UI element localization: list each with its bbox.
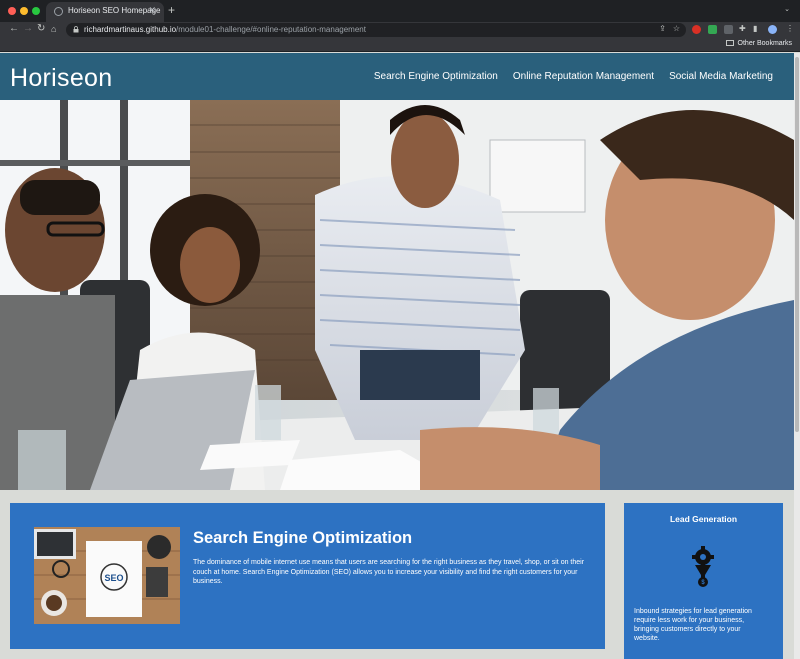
- bookmarks-bar: Other Bookmarks: [0, 38, 800, 52]
- team-meeting-illustration: [0, 100, 794, 490]
- reload-icon[interactable]: ↻: [37, 23, 45, 34]
- avatar[interactable]: [768, 25, 777, 34]
- nav-link-reputation[interactable]: Online Reputation Management: [513, 71, 654, 82]
- page-scrollbar[interactable]: [794, 53, 800, 659]
- nav-link-social[interactable]: Social Media Marketing: [669, 71, 773, 82]
- extension-dark-icon[interactable]: [724, 25, 733, 34]
- address-bar[interactable]: richardmartinaus.github.io/module01-chal…: [66, 23, 686, 37]
- other-bookmarks[interactable]: Other Bookmarks: [725, 40, 792, 47]
- site-nav: Search Engine Optimization Online Reputa…: [374, 71, 773, 82]
- browser-tab-strip: Horiseon SEO Homepage ✕ + ⌄: [0, 0, 800, 22]
- scrollbar-thumb[interactable]: [795, 57, 799, 432]
- other-bookmarks-label: Other Bookmarks: [737, 40, 792, 47]
- tab-title: Horiseon SEO Homepage: [68, 6, 161, 15]
- nav-link-seo[interactable]: Search Engine Optimization: [374, 71, 498, 82]
- seo-heading: Search Engine Optimization: [193, 529, 413, 547]
- globe-icon: [54, 7, 63, 16]
- new-tab-button[interactable]: +: [168, 3, 175, 17]
- lead-generation-icon: $: [692, 546, 714, 587]
- close-window-button[interactable]: [8, 7, 16, 15]
- browser-toolbar: ← → ↻ ⌂ richardmartinaus.github.io/modul…: [0, 22, 800, 38]
- extension-red-icon[interactable]: [692, 25, 701, 34]
- site-logo[interactable]: Horiseon: [10, 64, 112, 93]
- chevron-down-icon[interactable]: ⌄: [784, 5, 790, 13]
- seo-section: SEO Search Engine Optimization The domin…: [10, 503, 605, 649]
- menu-icon[interactable]: ⋮: [786, 24, 794, 33]
- back-icon[interactable]: ←: [9, 23, 19, 34]
- seo-image: SEO: [34, 527, 180, 624]
- extensions-icon[interactable]: ✚: [739, 24, 746, 33]
- side-panel-icon[interactable]: ▮: [753, 24, 757, 33]
- seo-desk-illustration: SEO: [34, 527, 180, 624]
- site-header: Horiseon Search Engine Optimization Onli…: [0, 53, 794, 100]
- home-icon[interactable]: ⌂: [51, 24, 56, 34]
- folder-icon: [725, 40, 734, 46]
- star-icon[interactable]: ☆: [673, 24, 680, 33]
- lock-icon: [73, 26, 79, 33]
- url-path: /module01-challenge/#online-reputation-m…: [176, 25, 366, 34]
- close-tab-icon[interactable]: ✕: [148, 5, 156, 16]
- seo-paragraph: The dominance of mobile internet use mea…: [193, 559, 585, 585]
- share-icon[interactable]: ⇪: [659, 24, 666, 33]
- lead-paragraph: Inbound strategies for lead generation r…: [634, 608, 752, 642]
- minimize-window-button[interactable]: [20, 7, 28, 15]
- forward-icon[interactable]: →: [23, 23, 33, 34]
- maximize-window-button[interactable]: [32, 7, 40, 15]
- hero-image: [0, 100, 794, 490]
- url-host: richardmartinaus.github.io: [84, 25, 177, 34]
- lead-heading: Lead Generation: [669, 514, 738, 524]
- active-tab[interactable]: Horiseon SEO Homepage ✕: [46, 2, 164, 22]
- svg-text:SEO: SEO: [104, 573, 123, 583]
- extension-green-icon[interactable]: [708, 25, 717, 34]
- url-text: richardmartinaus.github.io/module01-chal…: [84, 25, 366, 34]
- lead-generation-card: Lead Generation $ Inbound strategies for…: [624, 503, 783, 659]
